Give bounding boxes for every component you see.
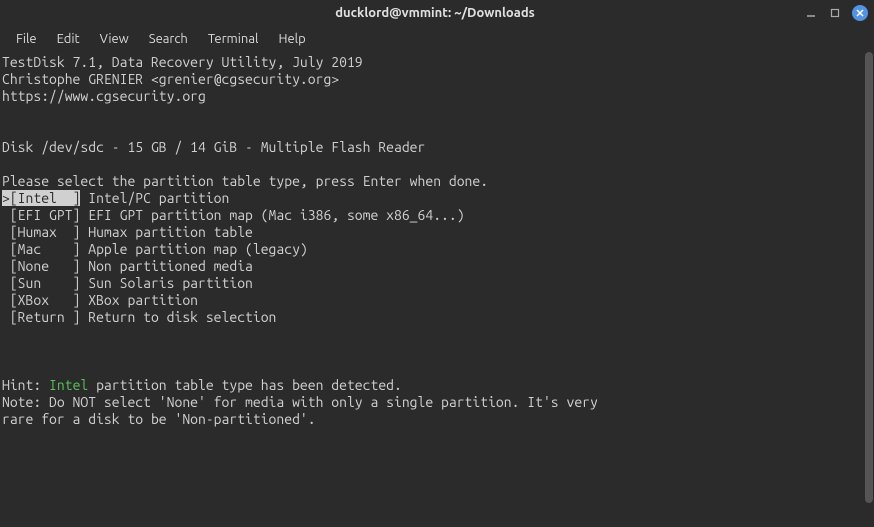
minimize-button[interactable] xyxy=(804,6,818,20)
author-line: Christophe GRENIER <grenier@cgsecurity.o… xyxy=(2,71,339,87)
option-none[interactable]: [None ] Non partitioned media xyxy=(2,258,253,274)
scrollbar[interactable] xyxy=(864,52,874,527)
window-title: ducklord@vmmint: ~/Downloads xyxy=(66,6,804,20)
menu-search[interactable]: Search xyxy=(141,29,196,49)
option-intel-desc: Intel/PC partition xyxy=(80,190,229,206)
detected-type: Intel xyxy=(49,377,88,393)
option-efi-gpt[interactable]: [EFI GPT] EFI GPT partition map (Mac i38… xyxy=(2,207,465,223)
window-titlebar: ducklord@vmmint: ~/Downloads xyxy=(0,0,874,26)
option-mac[interactable]: [Mac ] Apple partition map (legacy) xyxy=(2,241,308,257)
option-sun[interactable]: [Sun ] Sun Solaris partition xyxy=(2,275,253,291)
menu-help[interactable]: Help xyxy=(270,29,313,49)
option-intel-selected[interactable]: >[Intel ] xyxy=(2,190,80,206)
menubar: File Edit View Search Terminal Help xyxy=(0,26,874,52)
option-xbox[interactable]: [XBox ] XBox partition xyxy=(2,292,198,308)
note-line-1: Note: Do NOT select 'None' for media wit… xyxy=(2,394,598,410)
menu-file[interactable]: File xyxy=(8,29,45,49)
option-humax[interactable]: [Humax ] Humax partition table xyxy=(2,224,253,240)
menu-view[interactable]: View xyxy=(92,29,137,49)
option-return[interactable]: [Return ] Return to disk selection xyxy=(2,309,276,325)
terminal-output[interactable]: TestDisk 7.1, Data Recovery Utility, Jul… xyxy=(0,52,874,527)
menu-terminal[interactable]: Terminal xyxy=(200,29,267,49)
disk-info-line: Disk /dev/sdc - 15 GB / 14 GiB - Multipl… xyxy=(2,139,425,155)
menu-edit[interactable]: Edit xyxy=(49,29,88,49)
url-line: https://www.cgsecurity.org xyxy=(2,88,206,104)
maximize-button[interactable] xyxy=(828,6,842,20)
window-controls xyxy=(804,5,868,21)
note-line-2: rare for a disk to be 'Non-partitioned'. xyxy=(2,411,316,427)
prompt-line: Please select the partition table type, … xyxy=(2,173,488,189)
hint-line: Hint: Intel partition table type has bee… xyxy=(2,377,402,393)
app-version-line: TestDisk 7.1, Data Recovery Utility, Jul… xyxy=(2,54,363,70)
close-button[interactable] xyxy=(852,5,868,21)
scrollbar-thumb[interactable] xyxy=(865,52,873,503)
